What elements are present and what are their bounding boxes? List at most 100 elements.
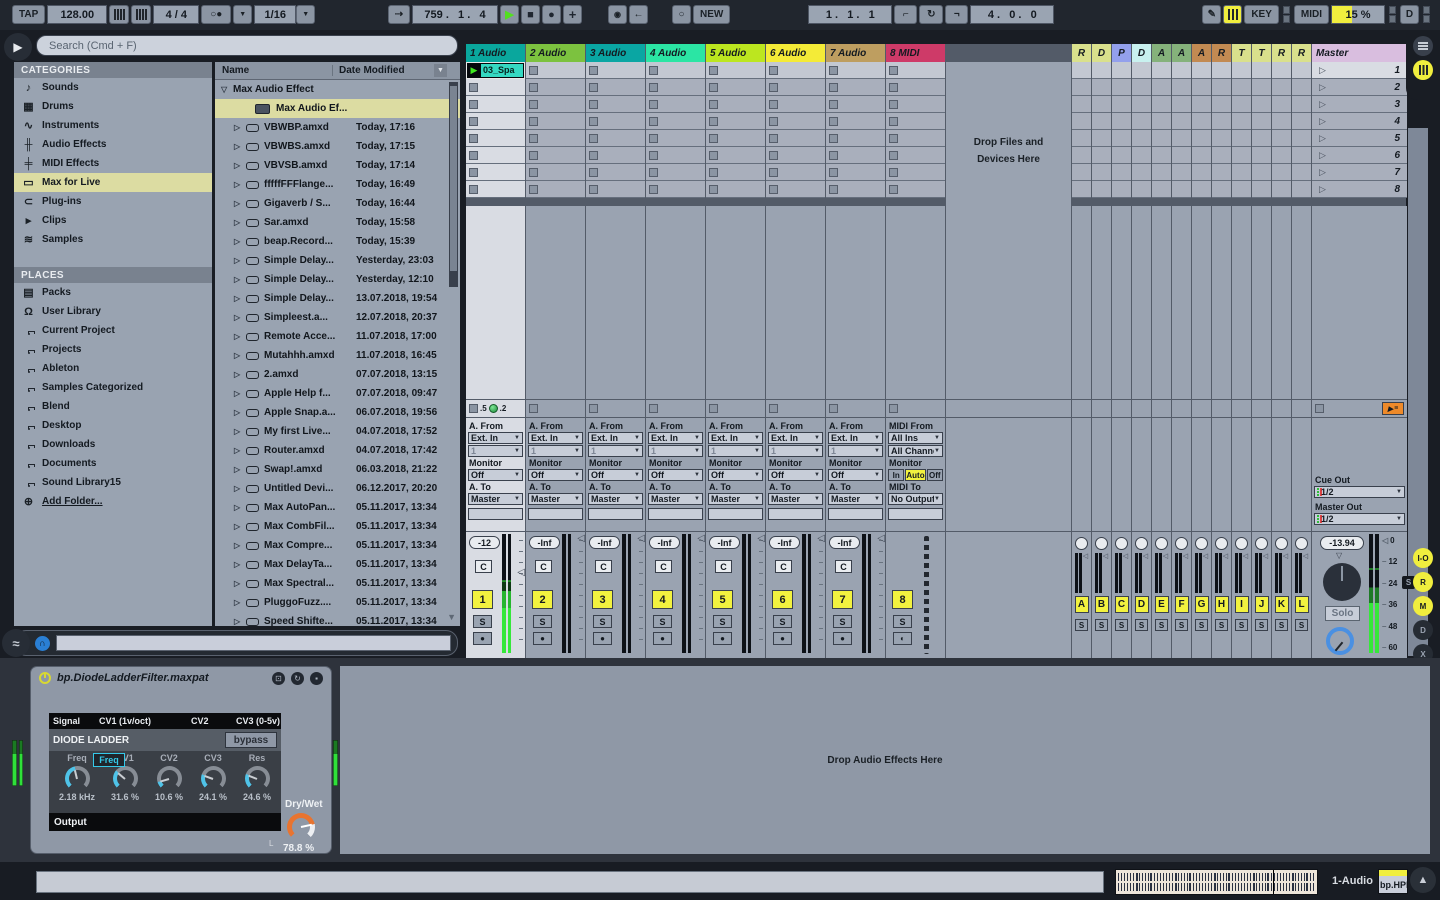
return-solo-button[interactable]: S — [1295, 619, 1308, 631]
file-row[interactable]: ▷VBWBP.amxdToday, 17:16 — [215, 118, 460, 137]
expand-icon[interactable]: ▷ — [234, 351, 246, 360]
track-header[interactable]: 6 Audio — [766, 44, 825, 62]
return-clip-slot[interactable] — [1192, 96, 1211, 113]
return-clip-slot[interactable] — [1132, 113, 1151, 130]
return-clip-slot[interactable] — [1132, 130, 1151, 147]
metronome-menu-arrow[interactable]: ▼ — [233, 5, 252, 24]
return-clip-slot[interactable] — [1232, 130, 1251, 147]
clip-stop-icon[interactable] — [589, 66, 598, 75]
track-delay-field[interactable] — [588, 508, 643, 520]
return-clip-slot[interactable] — [1112, 96, 1131, 113]
scene-launch-icon[interactable]: ▷ — [1319, 150, 1326, 161]
return-clip-slot[interactable] — [1192, 113, 1211, 130]
clip-slot[interactable] — [766, 147, 825, 164]
return-fader-handle[interactable]: ◁ — [1303, 553, 1308, 593]
clip-slot[interactable] — [646, 79, 705, 96]
clip-stop-icon[interactable] — [589, 134, 598, 143]
expand-icon[interactable]: ▷ — [234, 123, 246, 132]
scene-launch-icon[interactable]: ▷ — [1319, 99, 1326, 110]
solo-button[interactable]: S — [893, 615, 912, 628]
file-row[interactable]: ▷Swap!.amxd06.03.2018, 21:22 — [215, 460, 460, 479]
clip-slot[interactable] — [706, 181, 765, 198]
return-clip-slot[interactable] — [1232, 96, 1251, 113]
sidebar-item-sound-library15[interactable]: Sound Library15 — [14, 473, 212, 492]
scene-slot[interactable]: ▷7 — [1312, 164, 1407, 181]
mixer-view-toggle-icon[interactable] — [1413, 60, 1433, 80]
return-track-header[interactable]: R — [1292, 44, 1311, 62]
clip-stop-icon[interactable] — [829, 66, 838, 75]
clip-stop-icon[interactable] — [529, 134, 538, 143]
return-pan-knob[interactable] — [1235, 537, 1248, 550]
io-dropdown[interactable]: Ext. In▼ — [528, 432, 583, 444]
sidebar-item-packs[interactable]: ▤Packs — [14, 283, 212, 302]
track-delay-field[interactable] — [828, 508, 883, 520]
tap-tempo-button[interactable]: TAP — [12, 5, 45, 24]
solo-button[interactable]: S — [713, 615, 732, 628]
return-clip-slot[interactable] — [1072, 130, 1091, 147]
io-dropdown[interactable]: Off▼ — [768, 469, 823, 481]
monitor-off-button[interactable]: Off — [927, 469, 943, 481]
return-clip-slot[interactable] — [1092, 62, 1111, 79]
io-dropdown[interactable]: Ext. In▼ — [468, 432, 523, 444]
io-dropdown[interactable]: 1▼ — [708, 445, 763, 457]
draw-mode-button[interactable]: ✎ — [1202, 5, 1221, 24]
return-clip-slot[interactable] — [1152, 181, 1171, 198]
return-clip-slot[interactable] — [1252, 130, 1271, 147]
io-dropdown[interactable]: 1/2▼ — [1314, 486, 1405, 498]
clip-slot[interactable] — [886, 147, 945, 164]
play-button[interactable]: ▶ — [500, 5, 519, 24]
current-device-chip[interactable]: bp.HPl — [1378, 869, 1408, 894]
clip-slot[interactable] — [826, 79, 885, 96]
stop-all-track-clips-button[interactable] — [709, 404, 718, 413]
time-signature-display[interactable]: 4 / 4 — [153, 5, 199, 24]
clip-slot[interactable] — [646, 181, 705, 198]
sidebar-item-plug-ins[interactable]: ⊂Plug-ins — [14, 192, 212, 211]
return-activator[interactable]: H — [1215, 596, 1229, 613]
return-clip-slot[interactable] — [1272, 130, 1291, 147]
io-dropdown[interactable]: Ext. In▼ — [588, 432, 643, 444]
preview-volume-knob[interactable] — [1326, 627, 1354, 655]
clip-slot[interactable] — [586, 164, 645, 181]
drywet-knob[interactable] — [287, 813, 315, 841]
scene-slot[interactable]: ▷4 — [1312, 113, 1407, 130]
scene-launch-icon[interactable]: ▷ — [1319, 82, 1326, 93]
overdub-button[interactable]: + — [563, 5, 582, 24]
return-clip-slot[interactable] — [1092, 164, 1111, 181]
loop-button[interactable]: ↻ — [919, 5, 943, 24]
io-dropdown[interactable]: 1/2▼ — [1314, 513, 1405, 525]
return-clip-slot[interactable] — [1252, 181, 1271, 198]
sidebar-item-sounds[interactable]: ♪Sounds — [14, 78, 212, 97]
return-clip-slot[interactable] — [1292, 181, 1311, 198]
return-clip-slot[interactable] — [1132, 79, 1151, 96]
return-clip-slot[interactable] — [1152, 113, 1171, 130]
io-dropdown[interactable]: All Channe▼ — [888, 445, 943, 457]
volume-display[interactable]: -Inf — [829, 536, 860, 549]
clip-stop-icon[interactable] — [529, 185, 538, 194]
clip-slot[interactable] — [766, 79, 825, 96]
clip-slot[interactable] — [586, 96, 645, 113]
clip-slot[interactable] — [466, 147, 525, 164]
clip-slot[interactable] — [886, 96, 945, 113]
scrollbar-thumb[interactable] — [450, 86, 457, 271]
return-track-header[interactable]: P — [1112, 44, 1131, 62]
track-header[interactable]: 7 Audio — [826, 44, 885, 62]
clip-slot[interactable] — [466, 96, 525, 113]
return-pan-knob[interactable] — [1095, 537, 1108, 550]
knob-freq[interactable] — [65, 766, 90, 791]
arm-button[interactable]: ◐ — [893, 632, 912, 645]
return-clip-slot[interactable] — [1252, 164, 1271, 181]
track-delay-field[interactable] — [468, 508, 523, 520]
return-clip-slot[interactable] — [1212, 96, 1231, 113]
record-button[interactable]: ● — [542, 5, 561, 24]
name-column-header[interactable]: Name — [215, 65, 333, 76]
stop-all-track-clips-button[interactable] — [529, 404, 538, 413]
volume-display[interactable]: -Inf — [709, 536, 740, 549]
expand-icon[interactable]: ▷ — [234, 465, 246, 474]
clip-stop-icon[interactable] — [649, 134, 658, 143]
stop-button[interactable]: ■ — [521, 5, 540, 24]
clip-slot[interactable] — [766, 181, 825, 198]
return-solo-button[interactable]: S — [1115, 619, 1128, 631]
return-pan-knob[interactable] — [1195, 537, 1208, 550]
clip-slot[interactable] — [766, 113, 825, 130]
return-clip-slot[interactable] — [1092, 147, 1111, 164]
